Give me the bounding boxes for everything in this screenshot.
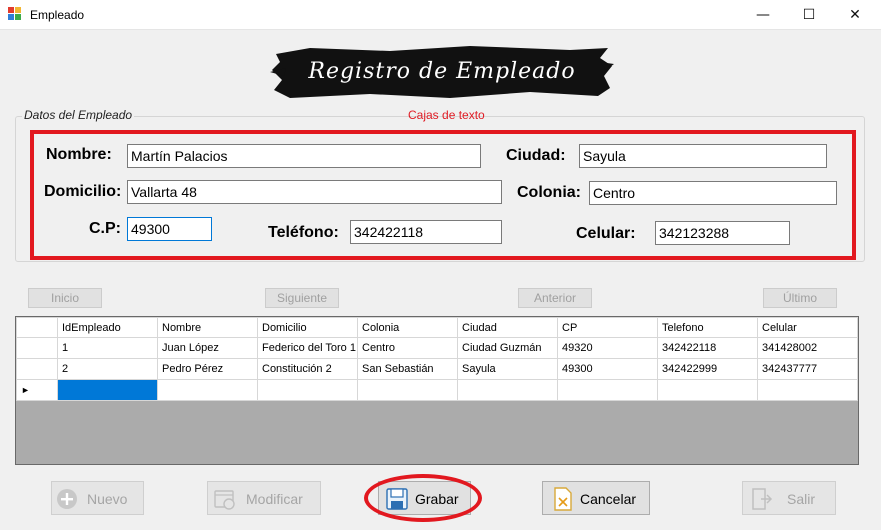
nuevo-label: Nuevo — [87, 491, 128, 507]
cancelar-label: Cancelar — [580, 491, 637, 507]
annotation-label: Cajas de texto — [408, 108, 485, 122]
annotation-ellipse — [364, 474, 482, 522]
colonia-label: Colonia: — [517, 184, 581, 201]
anterior-button[interactable]: Anterior — [518, 288, 592, 308]
groupbox-legend: Datos del Empleado — [22, 108, 135, 122]
cancelar-button[interactable]: Cancelar — [542, 481, 650, 515]
new-row[interactable]: ► — [16, 379, 858, 401]
column-header[interactable]: Celular — [757, 317, 858, 338]
table-cell[interactable]: Federico del Toro 1 — [257, 337, 358, 359]
new-row-marker: ► — [16, 379, 58, 401]
table-cell[interactable]: 342422118 — [657, 337, 758, 359]
exit-door-icon — [752, 488, 773, 510]
banner-title: Registro de Empleado — [308, 59, 576, 84]
column-header[interactable]: Telefono — [657, 317, 758, 338]
column-header[interactable]: Colonia — [357, 317, 458, 338]
table-cell[interactable]: 49320 — [557, 337, 658, 359]
table-cell[interactable] — [557, 379, 658, 401]
salir-label: Salir — [787, 491, 816, 507]
nombre-field[interactable]: Martín Palacios — [127, 144, 481, 168]
salir-button[interactable]: Salir — [742, 481, 836, 515]
employees-table: IdEmpleado Nombre Domicilio Colonia Ciud… — [16, 317, 858, 401]
row-header[interactable] — [16, 358, 58, 380]
inicio-button[interactable]: Inicio — [28, 288, 102, 308]
ciudad-field[interactable]: Sayula — [579, 144, 827, 168]
celular-label: Celular: — [576, 225, 636, 242]
table-cell[interactable] — [257, 379, 358, 401]
table-cell[interactable]: 342437777 — [757, 358, 858, 380]
cp-field[interactable]: 49300 — [127, 217, 212, 241]
table-cell[interactable]: 2 — [57, 358, 158, 380]
row-header[interactable] — [16, 337, 58, 359]
table-cell[interactable]: Juan López — [157, 337, 258, 359]
column-header[interactable]: CP — [557, 317, 658, 338]
table-cell[interactable] — [657, 379, 758, 401]
plus-circle-icon — [57, 489, 77, 509]
modificar-label: Modificar — [246, 491, 303, 507]
table-cell[interactable]: San Sebastián — [357, 358, 458, 380]
app-icon — [8, 7, 22, 21]
ultimo-button[interactable]: Último — [763, 288, 837, 308]
cp-label: C.P: — [89, 220, 121, 237]
minimize-button[interactable]: — — [740, 0, 786, 30]
table-cell[interactable]: 49300 — [557, 358, 658, 380]
telefono-field[interactable]: 342422118 — [350, 220, 502, 244]
window-title: Empleado — [30, 8, 85, 22]
table-row[interactable]: 1 Juan López Federico del Toro 1 Centro … — [16, 337, 858, 359]
edit-icon — [214, 490, 235, 510]
column-header[interactable]: Ciudad — [457, 317, 558, 338]
colonia-field[interactable]: Centro — [589, 181, 837, 205]
celular-field[interactable]: 342123288 — [655, 221, 790, 245]
table-cell[interactable]: Ciudad Guzmán — [457, 337, 558, 359]
table-cell[interactable] — [357, 379, 458, 401]
row-header-corner — [16, 317, 58, 338]
table-cell[interactable]: Constitución 2 — [257, 358, 358, 380]
table-cell[interactable]: Pedro Pérez — [157, 358, 258, 380]
column-header[interactable]: IdEmpleado — [57, 317, 158, 338]
table-cell[interactable] — [157, 379, 258, 401]
table-cell[interactable] — [457, 379, 558, 401]
ciudad-label: Ciudad: — [506, 147, 566, 164]
document-x-icon — [554, 487, 572, 511]
table-cell[interactable]: 342422999 — [657, 358, 758, 380]
siguiente-button[interactable]: Siguiente — [265, 288, 339, 308]
table-cell[interactable]: 1 — [57, 337, 158, 359]
close-button[interactable]: ✕ — [832, 0, 878, 30]
nombre-label: Nombre: — [46, 146, 112, 163]
table-cell[interactable]: Centro — [357, 337, 458, 359]
modificar-button[interactable]: Modificar — [207, 481, 321, 515]
table-cell[interactable] — [757, 379, 858, 401]
selected-cell[interactable] — [57, 379, 158, 401]
table-row[interactable]: 2 Pedro Pérez Constitución 2 San Sebasti… — [16, 358, 858, 380]
telefono-label: Teléfono: — [268, 224, 339, 241]
employees-data-grid[interactable]: IdEmpleado Nombre Domicilio Colonia Ciud… — [15, 316, 859, 465]
grid-header-row: IdEmpleado Nombre Domicilio Colonia Ciud… — [16, 317, 858, 338]
table-cell[interactable]: 341428002 — [757, 337, 858, 359]
maximize-button[interactable]: ☐ — [786, 0, 832, 30]
domicilio-label: Domicilio: — [44, 183, 122, 200]
column-header[interactable]: Domicilio — [257, 317, 358, 338]
column-header[interactable]: Nombre — [157, 317, 258, 338]
nuevo-button[interactable]: Nuevo — [51, 481, 144, 515]
table-cell[interactable]: Sayula — [457, 358, 558, 380]
domicilio-field[interactable]: Vallarta 48 — [127, 180, 502, 204]
title-bar: Empleado — ☐ ✕ — [0, 0, 881, 30]
